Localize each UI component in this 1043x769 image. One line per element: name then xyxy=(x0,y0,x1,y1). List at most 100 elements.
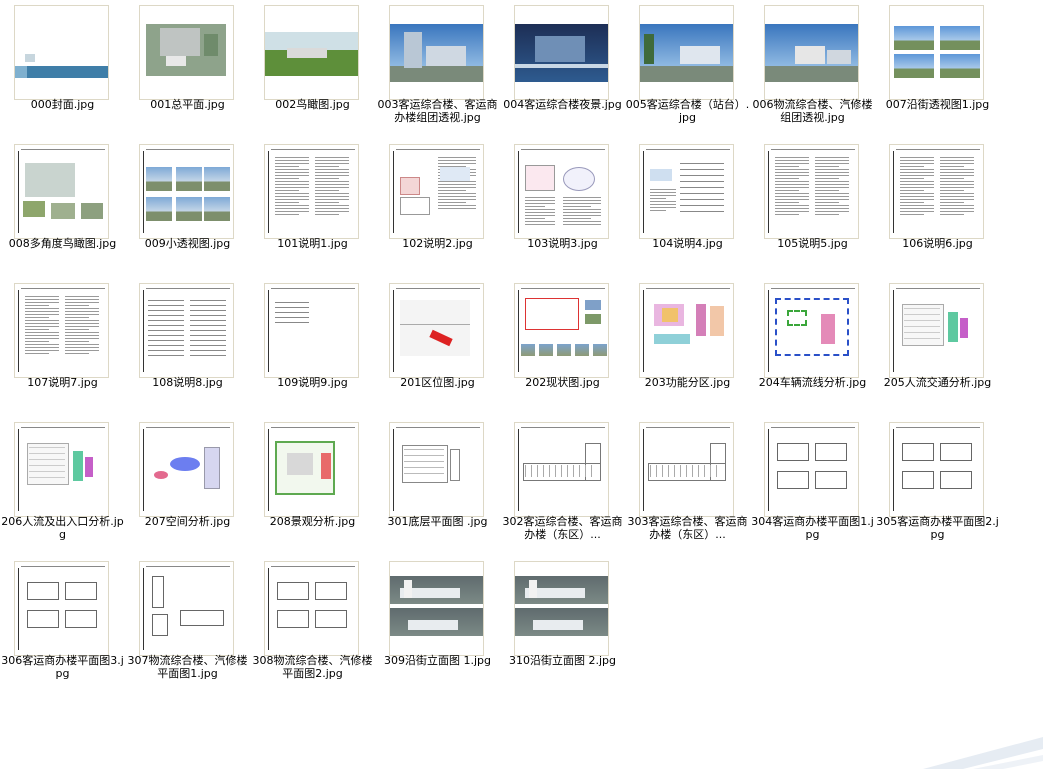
file-item[interactable]: 306客运商办楼平面图3.jpg xyxy=(0,556,125,695)
file-item[interactable]: 205人流交通分析.jpg xyxy=(875,278,1000,417)
file-name-label[interactable]: 305客运商办楼平面图2.jpg xyxy=(875,515,1000,541)
file-item[interactable]: 204车辆流线分析.jpg xyxy=(750,278,875,417)
file-item[interactable]: 103说明3.jpg xyxy=(500,139,625,278)
file-item[interactable]: 005客运综合楼（站台）.jpg xyxy=(625,0,750,139)
file-item[interactable]: 101说明1.jpg xyxy=(250,139,375,278)
file-item[interactable]: 106说明6.jpg xyxy=(875,139,1000,278)
file-name-label[interactable]: 301底层平面图 .jpg xyxy=(375,515,500,528)
file-thumbnail[interactable] xyxy=(764,144,859,239)
file-name-label[interactable]: 303客运综合楼、客运商办楼（东区）... xyxy=(625,515,750,541)
file-item[interactable]: 303客运综合楼、客运商办楼（东区）... xyxy=(625,417,750,556)
file-thumbnail[interactable] xyxy=(139,144,234,239)
file-name-label[interactable]: 108说明8.jpg xyxy=(125,376,250,389)
file-item[interactable]: 105说明5.jpg xyxy=(750,139,875,278)
file-name-label[interactable]: 008多角度鸟瞰图.jpg xyxy=(0,237,125,250)
file-thumbnail[interactable] xyxy=(514,422,609,517)
file-thumbnail[interactable] xyxy=(389,144,484,239)
file-item[interactable]: 307物流综合楼、汽修楼平面图1.jpg xyxy=(125,556,250,695)
file-name-label[interactable]: 107说明7.jpg xyxy=(0,376,125,389)
file-name-label[interactable]: 202现状图.jpg xyxy=(500,376,625,389)
file-item[interactable]: 208景观分析.jpg xyxy=(250,417,375,556)
file-item[interactable]: 308物流综合楼、汽修楼平面图2.jpg xyxy=(250,556,375,695)
file-thumbnail[interactable] xyxy=(764,283,859,378)
file-thumbnail[interactable] xyxy=(889,5,984,100)
file-name-label[interactable]: 101说明1.jpg xyxy=(250,237,375,250)
file-item[interactable]: 207空间分析.jpg xyxy=(125,417,250,556)
file-thumbnail[interactable] xyxy=(14,5,109,100)
file-thumbnail[interactable] xyxy=(264,422,359,517)
file-name-label[interactable]: 104说明4.jpg xyxy=(625,237,750,250)
file-item[interactable]: 305客运商办楼平面图2.jpg xyxy=(875,417,1000,556)
file-thumbnail[interactable] xyxy=(139,283,234,378)
file-thumbnail[interactable] xyxy=(639,422,734,517)
file-name-label[interactable]: 000封面.jpg xyxy=(0,98,125,111)
file-name-label[interactable]: 207空间分析.jpg xyxy=(125,515,250,528)
file-thumbnail[interactable] xyxy=(889,422,984,517)
file-thumbnail[interactable] xyxy=(14,283,109,378)
file-thumbnail[interactable] xyxy=(514,561,609,656)
file-thumbnail[interactable] xyxy=(639,144,734,239)
file-name-label[interactable]: 106说明6.jpg xyxy=(875,237,1000,250)
file-name-label[interactable]: 308物流综合楼、汽修楼平面图2.jpg xyxy=(250,654,375,680)
file-item[interactable]: 006物流综合楼、汽修楼组团透视.jpg xyxy=(750,0,875,139)
file-name-label[interactable]: 001总平面.jpg xyxy=(125,98,250,111)
file-thumbnail[interactable] xyxy=(514,283,609,378)
file-item[interactable]: 109说明9.jpg xyxy=(250,278,375,417)
file-thumbnail[interactable] xyxy=(639,5,734,100)
file-name-label[interactable]: 205人流交通分析.jpg xyxy=(875,376,1000,389)
file-item[interactable]: 108说明8.jpg xyxy=(125,278,250,417)
file-item[interactable]: 008多角度鸟瞰图.jpg xyxy=(0,139,125,278)
file-name-label[interactable]: 302客运综合楼、客运商办楼（东区）... xyxy=(500,515,625,541)
file-name-label[interactable]: 306客运商办楼平面图3.jpg xyxy=(0,654,125,680)
file-item[interactable]: 203功能分区.jpg xyxy=(625,278,750,417)
file-name-label[interactable]: 204车辆流线分析.jpg xyxy=(750,376,875,389)
file-item[interactable]: 201区位图.jpg xyxy=(375,278,500,417)
file-item[interactable]: 107说明7.jpg xyxy=(0,278,125,417)
file-item[interactable]: 304客运商办楼平面图1.jpg xyxy=(750,417,875,556)
file-name-label[interactable]: 203功能分区.jpg xyxy=(625,376,750,389)
file-thumbnail[interactable] xyxy=(139,422,234,517)
file-item[interactable]: 206人流及出入口分析.jpg xyxy=(0,417,125,556)
file-name-label[interactable]: 002鸟瞰图.jpg xyxy=(250,98,375,111)
file-item[interactable]: 004客运综合楼夜景.jpg xyxy=(500,0,625,139)
file-thumbnail[interactable] xyxy=(14,422,109,517)
file-item[interactable]: 302客运综合楼、客运商办楼（东区）... xyxy=(500,417,625,556)
file-item[interactable]: 310沿街立面图 2.jpg xyxy=(500,556,625,695)
file-thumbnail[interactable] xyxy=(389,561,484,656)
file-name-label[interactable]: 109说明9.jpg xyxy=(250,376,375,389)
file-item[interactable]: 202现状图.jpg xyxy=(500,278,625,417)
file-thumbnail[interactable] xyxy=(264,5,359,100)
file-name-label[interactable]: 004客运综合楼夜景.jpg xyxy=(500,98,625,111)
file-thumbnail[interactable] xyxy=(264,144,359,239)
file-name-label[interactable]: 005客运综合楼（站台）.jpg xyxy=(625,98,750,124)
file-name-label[interactable]: 102说明2.jpg xyxy=(375,237,500,250)
file-thumbnail[interactable] xyxy=(639,283,734,378)
file-name-label[interactable]: 105说明5.jpg xyxy=(750,237,875,250)
file-name-label[interactable]: 007沿街透视图1.jpg xyxy=(875,98,1000,111)
file-name-label[interactable]: 307物流综合楼、汽修楼平面图1.jpg xyxy=(125,654,250,680)
file-item[interactable]: 002鸟瞰图.jpg xyxy=(250,0,375,139)
file-name-label[interactable]: 006物流综合楼、汽修楼组团透视.jpg xyxy=(750,98,875,124)
file-name-label[interactable]: 103说明3.jpg xyxy=(500,237,625,250)
file-item[interactable]: 007沿街透视图1.jpg xyxy=(875,0,1000,139)
file-item[interactable]: 104说明4.jpg xyxy=(625,139,750,278)
file-name-label[interactable]: 304客运商办楼平面图1.jpg xyxy=(750,515,875,541)
file-thumbnail[interactable] xyxy=(14,144,109,239)
file-thumbnail[interactable] xyxy=(264,561,359,656)
file-thumbnail[interactable] xyxy=(889,283,984,378)
file-item[interactable]: 309沿街立面图 1.jpg xyxy=(375,556,500,695)
file-thumbnail[interactable] xyxy=(889,144,984,239)
file-thumbnail[interactable] xyxy=(389,422,484,517)
file-name-label[interactable]: 208景观分析.jpg xyxy=(250,515,375,528)
file-thumbnail[interactable] xyxy=(139,561,234,656)
file-item[interactable]: 009小透视图.jpg xyxy=(125,139,250,278)
file-thumbnail[interactable] xyxy=(514,5,609,100)
file-thumbnail[interactable] xyxy=(389,283,484,378)
file-thumbnail[interactable] xyxy=(514,144,609,239)
file-item[interactable]: 001总平面.jpg xyxy=(125,0,250,139)
file-thumbnail[interactable] xyxy=(764,422,859,517)
file-item[interactable]: 000封面.jpg xyxy=(0,0,125,139)
file-name-label[interactable]: 201区位图.jpg xyxy=(375,376,500,389)
file-item[interactable]: 102说明2.jpg xyxy=(375,139,500,278)
file-thumbnail[interactable] xyxy=(389,5,484,100)
